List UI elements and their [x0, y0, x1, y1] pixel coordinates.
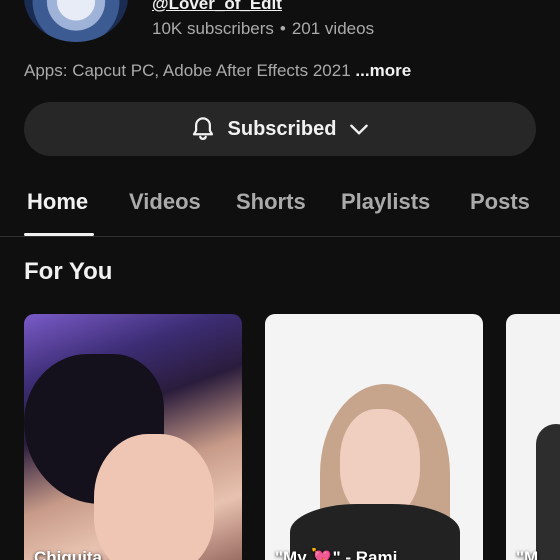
thumbnail-image [536, 424, 560, 560]
thumbnail-image-detail [340, 409, 420, 519]
channel-avatar[interactable] [24, 0, 128, 42]
description-text: Apps: Capcut PC, Adobe After Effects 202… [24, 61, 351, 80]
tab-playlists[interactable]: Playlists [341, 189, 430, 215]
tab-shorts[interactable]: Shorts [236, 189, 306, 215]
stats-separator: • [279, 19, 286, 38]
bell-icon [188, 114, 218, 144]
thumbnail-image-detail [94, 434, 214, 560]
section-title: For You [24, 258, 113, 285]
short-card[interactable]: "My 💘" - Rami [265, 314, 483, 560]
subscribed-label: Subscribed [227, 117, 337, 140]
channel-stats: 10K subscribers • 201 videos [152, 19, 374, 39]
more-link[interactable]: ...more [355, 61, 411, 80]
channel-tabs: Home Videos Shorts Playlists Posts [0, 176, 560, 237]
short-card[interactable]: "M [506, 314, 560, 560]
short-title: Chiquita [34, 548, 102, 560]
subscriber-count: 10K subscribers [152, 19, 274, 38]
short-title: "My 💘" - Rami [275, 548, 398, 560]
active-tab-indicator [24, 233, 94, 236]
short-card[interactable]: Chiquita [24, 314, 242, 560]
tab-posts[interactable]: Posts [470, 189, 530, 215]
subscribed-button[interactable]: Subscribed [24, 102, 536, 156]
tab-home[interactable]: Home [27, 189, 88, 215]
chevron-down-icon [346, 116, 372, 142]
channel-handle: @Lover_of_Edit [152, 0, 282, 13]
video-count: 201 videos [291, 19, 375, 38]
channel-description[interactable]: Apps: Capcut PC, Adobe After Effects 202… [24, 61, 411, 81]
short-title: "M [516, 548, 539, 560]
tab-videos[interactable]: Videos [129, 189, 201, 215]
